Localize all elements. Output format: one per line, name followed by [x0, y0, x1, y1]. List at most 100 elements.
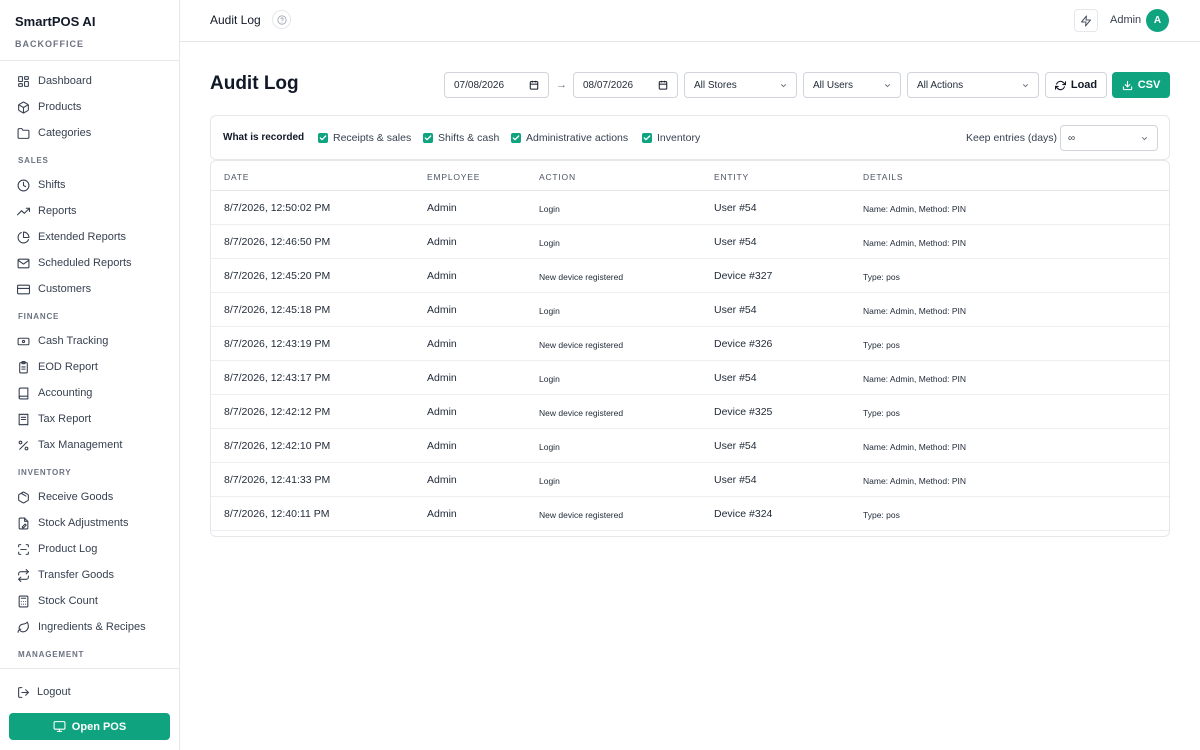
check-icon	[643, 135, 651, 141]
checkbox[interactable]	[318, 133, 328, 143]
page-title: Audit Log	[210, 73, 299, 94]
table-row[interactable]: 8/7/2026, 12:42:10 PM Admin Login User #54 N…	[211, 429, 1169, 463]
audit-log-table: DATE EMPLOYEE ACTION ENTITY DETAILS 8/7/…	[210, 160, 1170, 537]
table-row[interactable]: 8/7/2026, 12:43:19 PM Admin New device reg…	[211, 327, 1169, 361]
sidebar-item-tax-report[interactable]: Tax Report	[0, 406, 179, 432]
leaf-icon	[17, 621, 29, 633]
table-row[interactable]: 8/7/2026, 12:50:02 PM Admin Login User #54 N…	[211, 191, 1169, 225]
sidebar-item-label: Dashboard	[38, 75, 92, 87]
sidebar-item-stock-count[interactable]: Stock Count	[0, 588, 179, 614]
date-to-input[interactable]: 08/07/2026	[573, 72, 678, 98]
actions-select[interactable]: All Actions	[907, 72, 1039, 98]
sidebar-item-customers[interactable]: Customers	[0, 276, 179, 302]
box-icon	[18, 101, 29, 113]
bolt-icon	[1081, 15, 1091, 26]
sidebar-item-transfer-goods[interactable]: Transfer Goods	[0, 562, 179, 588]
check-icon	[424, 135, 432, 141]
sidebar-item-products[interactable]: Products	[0, 94, 179, 120]
table-row[interactable]: 8/7/2026, 12:42:12 PM Admin New device reg…	[211, 395, 1169, 429]
sidebar-item-receive-goods[interactable]: Receive Goods	[0, 484, 179, 510]
stores-select[interactable]: All Stores	[684, 72, 797, 98]
quick-action-button[interactable]	[1074, 9, 1098, 32]
column-header-date: DATE	[224, 172, 250, 182]
csv-export-button[interactable]: CSV	[1112, 72, 1170, 98]
table-row[interactable]: 8/7/2026, 12:43:17 PM Admin Login User #54 N…	[211, 361, 1169, 395]
cell-employee: Admin	[427, 236, 457, 248]
app-subtitle: BACKOFFICE	[15, 39, 84, 49]
avatar[interactable]: A	[1146, 9, 1169, 32]
date-from-input[interactable]: 07/08/2026	[444, 72, 549, 98]
credit-card-icon	[17, 284, 30, 294]
cell-employee: Admin	[427, 270, 457, 282]
sidebar-item-ingredients-and-recipes[interactable]: Ingredients & Recipes	[0, 614, 179, 640]
sidebar-section-sales: SALES	[18, 156, 49, 165]
checkbox[interactable]	[423, 133, 433, 143]
mail-icon	[17, 258, 30, 268]
sidebar-item-label: Shifts	[38, 179, 66, 191]
cell-action: New device registered	[539, 340, 624, 350]
record-option-shifts-and-cash[interactable]: Shifts & cash	[423, 132, 499, 144]
sidebar-item-label: Product Log	[38, 543, 98, 555]
sidebar-item-label: Tax Management	[38, 439, 123, 451]
logout-button[interactable]: Logout	[0, 679, 179, 705]
package-icon	[18, 491, 29, 503]
cell-employee: Admin	[427, 508, 457, 520]
record-option-label: Inventory	[657, 132, 701, 144]
table-row[interactable]: 8/7/2026, 12:41:33 PM Admin Login User #54 N…	[211, 463, 1169, 497]
cell-date: 8/7/2026, 12:43:17 PM	[224, 372, 331, 384]
open-pos-button[interactable]: Open POS	[9, 713, 170, 740]
sidebar-section-finance: FINANCE	[18, 312, 60, 321]
cell-employee: Admin	[427, 304, 457, 316]
load-button[interactable]: Load	[1045, 72, 1107, 98]
cell-action: Login	[539, 204, 560, 214]
calendar-icon	[529, 80, 539, 90]
cell-action: Login	[539, 476, 560, 486]
table-row[interactable]: 8/7/2026, 12:40:11 PM Admin New device reg…	[211, 497, 1169, 531]
table-row[interactable]: 8/7/2026, 12:46:50 PM Admin Login User #54 N…	[211, 225, 1169, 259]
cell-employee: Admin	[427, 338, 457, 350]
checkbox[interactable]	[511, 133, 521, 143]
grid-icon	[18, 75, 29, 87]
cell-entity: User #54	[714, 474, 757, 486]
sidebar-item-extended-reports[interactable]: Extended Reports	[0, 224, 179, 250]
sidebar-item-accounting[interactable]: Accounting	[0, 380, 179, 406]
cell-date: 8/7/2026, 12:42:10 PM	[224, 440, 331, 452]
sidebar-item-cash-tracking[interactable]: Cash Tracking	[0, 328, 179, 354]
cell-entity: Device #324	[714, 508, 773, 520]
banknote-icon	[17, 337, 30, 345]
sidebar-item-tax-management[interactable]: Tax Management	[0, 432, 179, 458]
column-header-action: ACTION	[539, 172, 576, 182]
sidebar-item-eod-report[interactable]: EOD Report	[0, 354, 179, 380]
record-option-administrative-actions[interactable]: Administrative actions	[511, 132, 628, 144]
cell-details: Name: Admin, Method: PIN	[863, 442, 966, 452]
cell-action: New device registered	[539, 272, 624, 282]
keep-entries-label: Keep entries (days)	[966, 132, 1058, 144]
users-select[interactable]: All Users	[803, 72, 901, 98]
cell-entity: User #54	[714, 440, 757, 452]
cell-details: Type: pos	[863, 340, 900, 350]
sidebar-item-label: Receive Goods	[38, 491, 114, 503]
cell-details: Name: Admin, Method: PIN	[863, 306, 966, 316]
folder-icon	[17, 127, 30, 139]
cell-date: 8/7/2026, 12:46:50 PM	[224, 236, 331, 248]
record-option-inventory[interactable]: Inventory	[642, 132, 700, 144]
user-name: Admin	[1110, 14, 1142, 26]
sidebar-item-dashboard[interactable]: Dashboard	[0, 68, 179, 94]
refresh-icon	[1054, 80, 1066, 90]
help-button[interactable]	[272, 10, 291, 29]
sidebar-item-shifts[interactable]: Shifts	[0, 172, 179, 198]
sidebar-item-scheduled-reports[interactable]: Scheduled Reports	[0, 250, 179, 276]
keep-entries-select[interactable]: ∞	[1060, 125, 1158, 151]
record-option-receipts-and-sales[interactable]: Receipts & sales	[318, 132, 411, 144]
sidebar-item-stock-adjustments[interactable]: Stock Adjustments	[0, 510, 179, 536]
checkbox[interactable]	[642, 133, 652, 143]
sidebar-item-categories[interactable]: Categories	[0, 120, 179, 146]
table-row[interactable]: 8/7/2026, 12:45:20 PM Admin New device reg…	[211, 259, 1169, 293]
sidebar-item-product-log[interactable]: Product Log	[0, 536, 179, 562]
record-option-label: Shifts & cash	[438, 132, 500, 144]
table-row[interactable]: 8/7/2026, 12:45:18 PM Admin Login User #54 N…	[211, 293, 1169, 327]
cell-details: Name: Admin, Method: PIN	[863, 238, 966, 248]
check-icon	[319, 135, 327, 141]
sidebar-item-label: Stock Count	[38, 595, 98, 607]
sidebar-item-reports[interactable]: Reports	[0, 198, 179, 224]
